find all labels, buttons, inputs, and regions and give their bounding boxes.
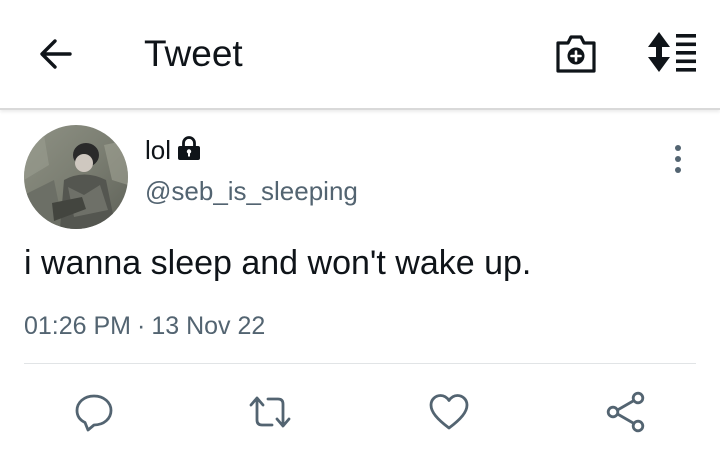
divider: [24, 363, 696, 364]
reply-button[interactable]: [72, 390, 116, 434]
like-button[interactable]: [427, 390, 471, 434]
heart-icon: [429, 394, 469, 430]
retweet-icon: [249, 396, 291, 428]
retweet-button[interactable]: [248, 390, 292, 434]
tweet-time: 01:26 PM: [24, 312, 132, 340]
app-header: Tweet: [0, 0, 720, 110]
user-handle[interactable]: @seb_is_sleeping: [145, 176, 358, 207]
display-name[interactable]: lol: [145, 135, 171, 166]
sort-button[interactable]: [646, 31, 698, 73]
more-vertical-icon: [675, 145, 681, 173]
sort-list-icon: [648, 32, 696, 72]
share-button[interactable]: [604, 390, 648, 434]
avatar[interactable]: [24, 125, 128, 229]
share-icon: [606, 391, 645, 433]
page-title: Tweet: [144, 33, 243, 74]
lock-icon: [176, 135, 202, 161]
tweet-date: 13 Nov 22: [151, 312, 266, 340]
more-options-button[interactable]: [664, 143, 692, 177]
reply-icon: [75, 394, 113, 432]
tweet-timestamp: 01:26 PM · 13 Nov 22: [24, 312, 265, 341]
camera-plus-icon: [556, 35, 596, 73]
meta-separator: ·: [137, 312, 146, 340]
author-name-row: lol: [145, 133, 202, 167]
camera-button[interactable]: [554, 31, 598, 75]
arrow-left-icon: [40, 39, 72, 69]
tweet-text: i wanna sleep and won't wake up.: [24, 244, 532, 282]
avatar-photo: [24, 125, 128, 229]
back-button[interactable]: [36, 34, 76, 74]
